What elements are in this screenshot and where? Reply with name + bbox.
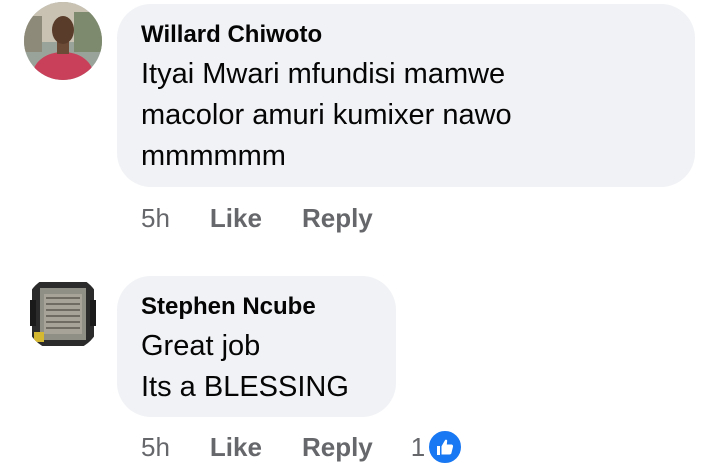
profile-photo-icon (24, 274, 102, 352)
comment-text-line: mmmmmm (141, 140, 286, 172)
comment-author[interactable]: Willard Chiwoto (141, 20, 669, 50)
reaction-summary[interactable]: 1 (410, 429, 464, 465)
comment-timestamp[interactable]: 5h (141, 432, 170, 463)
like-button[interactable]: Like (210, 203, 262, 234)
comment-author[interactable]: Stephen Ncube (141, 292, 370, 322)
like-button[interactable]: Like (210, 432, 262, 463)
comment-text-line: Its a BLESSING (141, 371, 349, 403)
reply-button[interactable]: Reply (302, 432, 373, 463)
reaction-count: 1 (410, 431, 426, 462)
comment-text-line: Ityai Mwari mfundisi mamwe (141, 58, 506, 90)
comment-text-line: macolor amuri kumixer nawo (141, 99, 512, 131)
avatar[interactable] (24, 274, 102, 352)
comment-bubble: Willard Chiwoto Ityai Mwari mfundisi mam… (117, 4, 695, 187)
avatar[interactable] (24, 2, 102, 80)
comment-actions: 5h Like Reply (141, 198, 413, 238)
comment-timestamp[interactable]: 5h (141, 203, 170, 234)
comment-bubble: Stephen Ncube Great job Its a BLESSING (117, 276, 396, 417)
thumbs-up-icon (427, 429, 464, 465)
comment-text-line: Great job (141, 330, 261, 362)
reply-button[interactable]: Reply (302, 203, 373, 234)
profile-photo-icon (24, 2, 102, 80)
comment-actions: 5h Like Reply 1 (141, 427, 464, 467)
